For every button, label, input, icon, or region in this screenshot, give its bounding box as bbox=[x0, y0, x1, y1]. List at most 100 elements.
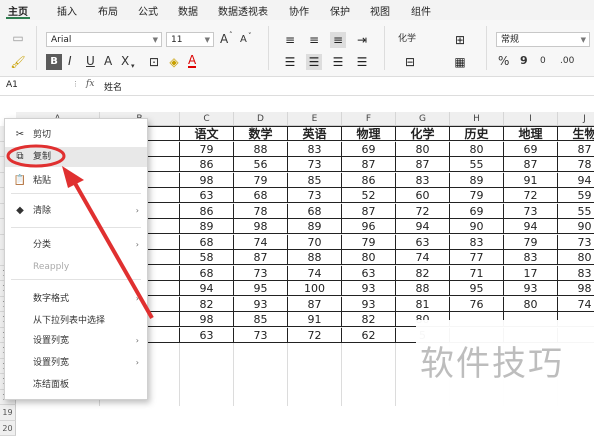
italic-button[interactable]: I bbox=[68, 54, 72, 68]
column-header-c[interactable]: C bbox=[180, 112, 234, 126]
merge-icon[interactable]: ⊟ bbox=[402, 54, 418, 70]
table-cell[interactable]: 85 bbox=[234, 312, 288, 327]
table-cell[interactable]: 88 bbox=[396, 281, 450, 296]
table-cell[interactable]: 62 bbox=[342, 328, 396, 343]
border-icon[interactable]: ⊡ bbox=[146, 54, 162, 70]
justify-icon[interactable]: ☰ bbox=[354, 54, 370, 70]
shrink-font-button[interactable]: A bbox=[240, 33, 247, 47]
table-cell[interactable]: 71 bbox=[450, 266, 504, 281]
align-top-icon[interactable]: ≡ bbox=[282, 32, 298, 48]
table-cell[interactable]: 88 bbox=[234, 142, 288, 157]
row-header[interactable]: 19 bbox=[0, 405, 16, 421]
tab-collab[interactable]: 协作 bbox=[289, 3, 309, 18]
table-cell[interactable]: 93 bbox=[234, 297, 288, 312]
table-cell[interactable]: 87 bbox=[504, 157, 558, 172]
table-header-cell[interactable]: 数学 bbox=[234, 126, 288, 141]
table-cell[interactable]: 63 bbox=[396, 235, 450, 250]
table-cell[interactable]: 69 bbox=[504, 142, 558, 157]
column-header-i[interactable]: I bbox=[504, 112, 558, 126]
table-cell[interactable]: 98 bbox=[180, 173, 234, 188]
tab-view[interactable]: 视图 bbox=[370, 3, 390, 18]
align-middle-icon[interactable]: ≡ bbox=[306, 32, 322, 48]
table-header-cell[interactable]: 语文 bbox=[180, 126, 234, 141]
table-cell[interactable]: 80 bbox=[558, 250, 594, 265]
table-cell[interactable]: 87 bbox=[342, 204, 396, 219]
tab-layout[interactable]: 布局 bbox=[98, 3, 118, 18]
font-name-select[interactable]: Arial▼ bbox=[46, 32, 162, 47]
table-cell[interactable]: 94 bbox=[396, 219, 450, 234]
name-box[interactable]: A1 bbox=[6, 80, 18, 90]
table-header-cell[interactable]: 化学 bbox=[396, 126, 450, 141]
table-cell[interactable]: 83 bbox=[288, 142, 342, 157]
table-cell[interactable]: 69 bbox=[342, 142, 396, 157]
increase-decimal-button[interactable]: 0 bbox=[540, 54, 546, 68]
table-cell[interactable]: 68 bbox=[234, 188, 288, 203]
row-header[interactable]: 20 bbox=[0, 421, 16, 436]
menu-item-row-height[interactable]: 设置列宽› bbox=[5, 353, 147, 373]
menu-item-copy[interactable]: ⧉复制 bbox=[5, 147, 147, 167]
table-cell[interactable]: 85 bbox=[288, 173, 342, 188]
fill-color-icon[interactable]: ◈ bbox=[166, 54, 182, 70]
table-cell[interactable]: 68 bbox=[288, 204, 342, 219]
table-cell[interactable]: 87 bbox=[396, 157, 450, 172]
table-cell[interactable]: 60 bbox=[396, 188, 450, 203]
table-cell[interactable]: 86 bbox=[180, 204, 234, 219]
table-cell[interactable]: 93 bbox=[504, 281, 558, 296]
table-header-cell[interactable]: 地理 bbox=[504, 126, 558, 141]
table-cell[interactable]: 73 bbox=[288, 188, 342, 203]
table-cell[interactable]: 72 bbox=[504, 188, 558, 203]
table-cell[interactable]: 90 bbox=[558, 219, 594, 234]
table-cell[interactable]: 63 bbox=[180, 328, 234, 343]
menu-item-reapply[interactable]: Reapply bbox=[5, 257, 147, 277]
table-cell[interactable]: 87 bbox=[234, 250, 288, 265]
table-cell[interactable]: 72 bbox=[288, 328, 342, 343]
table-header-cell[interactable]: 历史 bbox=[450, 126, 504, 141]
percent-button[interactable]: % bbox=[498, 54, 509, 68]
table-cell[interactable]: 68 bbox=[180, 266, 234, 281]
table-cell[interactable]: 55 bbox=[450, 157, 504, 172]
table-cell[interactable]: 94 bbox=[558, 173, 594, 188]
table-cell[interactable]: 63 bbox=[342, 266, 396, 281]
table-cell[interactable]: 96 bbox=[342, 219, 396, 234]
table-cell[interactable]: 80 bbox=[342, 250, 396, 265]
table-cell[interactable]: 72 bbox=[396, 204, 450, 219]
table-cell[interactable]: 80 bbox=[504, 297, 558, 312]
formula-input[interactable]: 姓名 bbox=[104, 80, 122, 93]
font-size-select[interactable]: 11▼ bbox=[166, 32, 214, 47]
menu-item-cut[interactable]: ✂剪切 bbox=[5, 125, 147, 145]
column-header-f[interactable]: F bbox=[342, 112, 396, 126]
tab-insert[interactable]: 插入 bbox=[57, 3, 77, 18]
table-cell[interactable]: 87 bbox=[558, 142, 594, 157]
table-cell[interactable]: 74 bbox=[234, 235, 288, 250]
menu-item-number-format[interactable]: 数字格式› bbox=[5, 289, 147, 309]
table-cell[interactable]: 80 bbox=[396, 142, 450, 157]
table-style-icon[interactable]: ▦ bbox=[452, 54, 468, 70]
table-cell[interactable]: 98 bbox=[234, 219, 288, 234]
table-cell[interactable]: 89 bbox=[180, 219, 234, 234]
align-left-icon[interactable]: ☰ bbox=[282, 54, 298, 70]
table-cell[interactable]: 79 bbox=[234, 173, 288, 188]
column-header-g[interactable]: G bbox=[396, 112, 450, 126]
table-cell[interactable]: 78 bbox=[234, 204, 288, 219]
table-cell[interactable]: 52 bbox=[342, 188, 396, 203]
table-cell[interactable]: 82 bbox=[180, 297, 234, 312]
table-cell[interactable]: 73 bbox=[234, 328, 288, 343]
table-cell[interactable]: 79 bbox=[342, 235, 396, 250]
number-format-select[interactable]: 常规▼ bbox=[496, 32, 590, 47]
menu-item-clear[interactable]: ◆清除› bbox=[5, 201, 147, 221]
table-cell[interactable]: 73 bbox=[504, 204, 558, 219]
table-cell[interactable]: 83 bbox=[450, 235, 504, 250]
menu-item-paste[interactable]: 📋粘贴 bbox=[5, 171, 147, 191]
table-cell[interactable]: 86 bbox=[342, 173, 396, 188]
table-cell[interactable]: 68 bbox=[180, 235, 234, 250]
tab-components[interactable]: 组件 bbox=[411, 3, 431, 18]
column-header-e[interactable]: E bbox=[288, 112, 342, 126]
table-cell[interactable]: 69 bbox=[450, 204, 504, 219]
table-cell[interactable]: 59 bbox=[558, 188, 594, 203]
table-cell[interactable]: 83 bbox=[504, 250, 558, 265]
table-cell[interactable]: 73 bbox=[288, 157, 342, 172]
conditional-format-icon[interactable]: ⊞ bbox=[452, 32, 468, 48]
table-header-cell[interactable]: 英语 bbox=[288, 126, 342, 141]
tab-home[interactable]: 主页 bbox=[8, 3, 28, 18]
table-cell[interactable]: 89 bbox=[288, 219, 342, 234]
